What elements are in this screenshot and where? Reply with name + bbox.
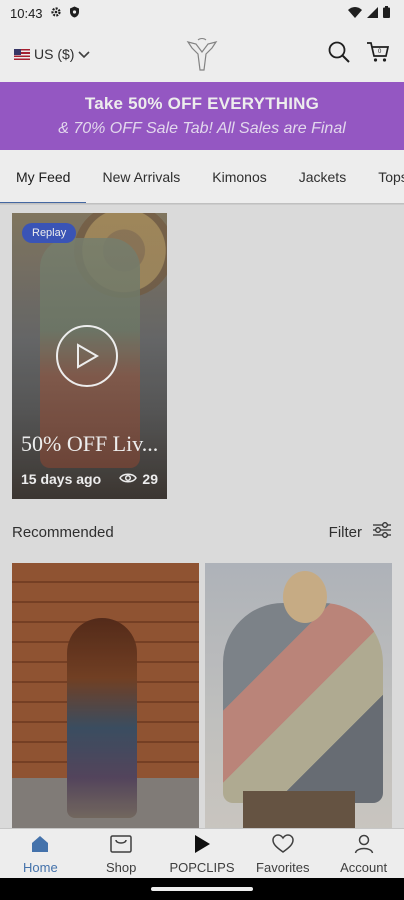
search-icon[interactable] [328,41,350,68]
nav-shop-label: Shop [106,860,137,875]
brand-logo[interactable] [182,34,222,74]
system-gesture-bar [0,878,404,900]
tab-new-arrivals[interactable]: New Arrivals [86,150,196,203]
promo-banner[interactable]: Take 50% OFF EVERYTHING & 70% OFF Sale T… [0,82,404,150]
nav-account[interactable]: Account [323,829,404,878]
svg-text:0: 0 [378,49,382,55]
eye-icon [119,471,138,487]
feed-content: Replay 50% OFF Liv... 15 days ago 29 Rec… [0,205,404,828]
video-card[interactable]: Replay 50% OFF Liv... 15 days ago 29 [12,213,167,499]
nav-popclips-label: POPCLIPS [169,860,235,875]
nav-account-label: Account [340,860,388,875]
video-views: 29 [119,471,158,487]
nav-home-label: Home [23,860,58,875]
category-tabs: My Feed New Arrivals Kimonos Jackets Top… [0,150,404,204]
nav-favorites-label: Favorites [256,860,310,875]
status-time: 10:43 [10,5,43,21]
cart-icon[interactable]: 0 [366,41,390,68]
home-icon [30,834,50,857]
product-image-model [283,571,327,623]
play-button[interactable] [56,325,118,387]
filter-label: Filter [328,523,362,541]
tab-kimonos[interactable]: Kimonos [196,150,282,203]
us-flag-icon [14,48,30,60]
filter-button[interactable]: Filter [329,521,392,543]
video-posted-time: 15 days ago [21,471,102,487]
recommended-header: Recommended Filter [12,521,392,543]
heart-icon [272,834,294,857]
status-bar: 10:43 [0,0,404,26]
promo-subtitle: & 70% OFF Sale Tab! All Sales are Final [58,120,346,137]
video-title: 50% OFF Liv... [21,431,159,456]
shop-icon [110,834,132,857]
nav-home[interactable]: Home [0,829,81,878]
play-icon [77,343,99,369]
product-image [223,603,383,803]
replay-badge: Replay [22,223,77,243]
gear-icon [50,6,62,21]
wifi-icon [348,6,362,21]
app-header: US ($) 0 [0,26,404,82]
video-meta: 15 days ago 29 [21,471,158,487]
tab-my-feed[interactable]: My Feed [0,150,87,203]
person-icon [354,834,374,857]
tab-tops[interactable]: Tops [362,150,404,203]
chevron-down-icon [78,46,91,62]
nav-favorites[interactable]: Favorites [242,829,323,878]
battery-icon [383,5,390,21]
home-gesture-handle[interactable] [151,887,253,891]
nav-shop[interactable]: Shop [81,829,162,878]
product-card[interactable] [205,563,392,828]
product-image [67,618,137,818]
recommended-heading: Recommended [12,523,114,541]
product-image-pants [243,791,355,828]
tab-jackets[interactable]: Jackets [283,150,362,203]
nav-popclips[interactable]: POPCLIPS [162,829,243,878]
bottom-nav: Home Shop POPCLIPS Favorites Account [0,828,404,878]
view-count: 29 [142,471,158,487]
sliders-icon [372,521,392,543]
currency-label: US ($) [34,46,75,62]
product-card[interactable] [12,563,199,828]
play-icon [192,834,212,857]
signal-icon [367,6,378,21]
promo-title: Take 50% OFF EVERYTHING [84,94,320,113]
currency-selector[interactable]: US ($) [14,46,91,62]
shield-icon [69,6,80,21]
